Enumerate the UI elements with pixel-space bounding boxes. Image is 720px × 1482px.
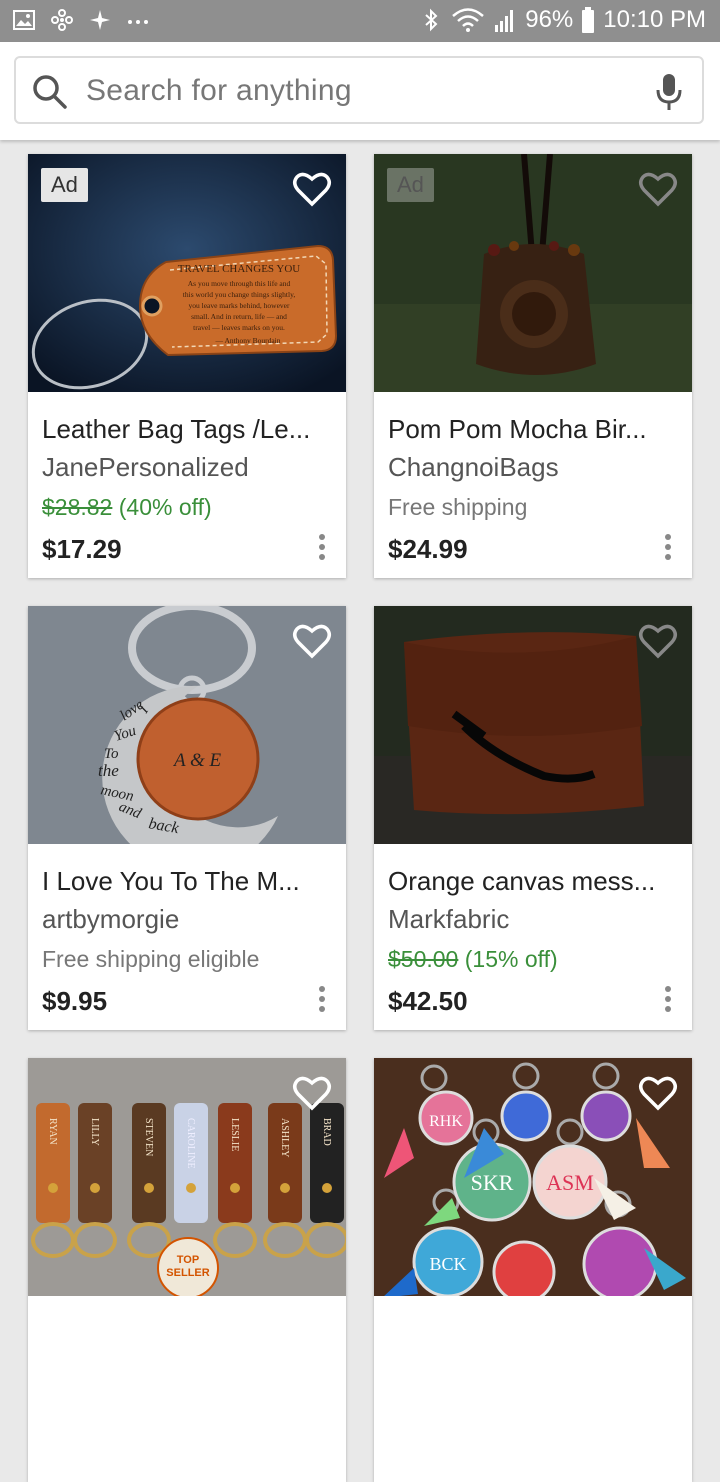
more-options-icon[interactable] <box>664 534 672 562</box>
listing-card[interactable]: SKR ASM RHK BCK <box>374 1058 692 1482</box>
clock: 10:10 PM <box>603 6 706 33</box>
image-text: TOP <box>177 1254 199 1266</box>
listing-card[interactable]: I love You To the moon and back A & E I … <box>28 606 346 1030</box>
search-placeholder: Search for anything <box>86 74 352 107</box>
heart-icon[interactable] <box>638 170 678 208</box>
search-icon <box>33 75 67 109</box>
status-bar: 96% 10:10 PM <box>0 0 720 42</box>
microphone-icon[interactable] <box>654 72 684 112</box>
heart-icon[interactable] <box>638 622 678 660</box>
listing-price: $42.50 <box>388 986 468 1016</box>
image-text: To <box>104 746 119 762</box>
more-icon <box>128 20 148 24</box>
ad-badge: Ad <box>387 168 434 202</box>
more-options-icon[interactable] <box>664 986 672 1014</box>
listing-image[interactable]: SKR ASM RHK BCK <box>374 1058 692 1296</box>
gallery-icon <box>13 10 35 30</box>
listing-card[interactable]: RYAN LILLY STEVEN CAROLINE LESLIE ASHLEY… <box>28 1058 346 1482</box>
image-text: CAROLINE <box>185 1118 196 1169</box>
image-text: ASHLEY <box>279 1118 290 1157</box>
listing-card[interactable]: TRAVEL CHANGES YOU As you move through t… <box>28 154 346 578</box>
image-text: As you move through this life and <box>188 279 291 288</box>
listing-price: $9.95 <box>42 986 108 1016</box>
signal-icon <box>495 10 514 32</box>
shop-name: ChangnoiBags <box>388 452 559 482</box>
discount-percent: (40% off) <box>118 494 212 520</box>
search-input[interactable]: Search for anything <box>14 56 704 124</box>
heart-icon[interactable] <box>292 1074 332 1112</box>
listing-image[interactable]: I love You To the moon and back A & E <box>28 606 346 844</box>
image-text: the <box>98 761 119 780</box>
ad-badge: Ad <box>41 168 88 202</box>
listing-image[interactable]: TRAVEL CHANGES YOU As you move through t… <box>28 154 346 392</box>
image-text: you leave marks behind, however <box>188 301 290 310</box>
shipping-info: Free shipping <box>388 494 528 520</box>
listing-image[interactable]: Ad <box>374 154 692 392</box>
image-text: RHK <box>429 1113 463 1130</box>
shop-name: Markfabric <box>388 904 510 934</box>
discount-line: $50.00 (15% off) <box>388 946 558 973</box>
heart-icon[interactable] <box>292 170 332 208</box>
listing-image[interactable] <box>374 606 692 844</box>
listing-title[interactable]: Orange canvas mess... <box>388 866 655 897</box>
plus-icon <box>90 10 110 30</box>
image-text: BCK <box>429 1254 466 1274</box>
wifi-icon <box>452 8 485 32</box>
image-text: BRAD <box>321 1118 332 1146</box>
image-text: LILLY <box>89 1118 100 1146</box>
discount-line: $28.82 (40% off) <box>42 494 212 521</box>
pinwheel-icon <box>51 9 73 31</box>
listing-card[interactable]: Ad Pom Pom Mocha Bir... ChangnoiBags Fre… <box>374 154 692 578</box>
image-text: SKR <box>471 1170 514 1195</box>
listing-price: $24.99 <box>388 534 468 564</box>
listing-card[interactable]: Orange canvas mess... Markfabric $50.00 … <box>374 606 692 1030</box>
discount-percent: (15% off) <box>464 946 558 972</box>
battery-percent: 96% <box>525 6 574 33</box>
more-options-icon[interactable] <box>318 986 326 1014</box>
shop-name: artbymorgie <box>42 904 180 934</box>
image-text: — Anthony Bourdain <box>215 336 281 345</box>
more-options-icon[interactable] <box>318 534 326 562</box>
image-text: RYAN <box>47 1118 58 1145</box>
image-text: travel — leaves marks on you. <box>193 323 285 332</box>
image-text: TRAVEL CHANGES YOU <box>178 263 300 275</box>
heart-icon[interactable] <box>638 1074 678 1112</box>
listing-title[interactable]: I Love You To The M... <box>42 866 300 897</box>
shipping-info: Free shipping eligible <box>42 946 260 972</box>
original-price: $28.82 <box>42 494 113 520</box>
shop-name: JanePersonalized <box>42 452 249 482</box>
image-text: STEVEN <box>143 1118 154 1156</box>
battery-icon <box>582 7 595 33</box>
heart-icon[interactable] <box>292 622 332 660</box>
listing-title[interactable]: Pom Pom Mocha Bir... <box>388 414 647 445</box>
image-text: small. And in return, life — and <box>191 312 287 321</box>
original-price: $50.00 <box>388 946 459 972</box>
listing-title[interactable]: Leather Bag Tags /Le... <box>42 414 310 445</box>
image-text: ASM <box>546 1170 594 1195</box>
image-text: SELLER <box>166 1267 209 1279</box>
image-text: A & E <box>172 750 222 771</box>
listing-price: $17.29 <box>42 534 122 564</box>
search-header: Search for anything <box>0 42 720 140</box>
listing-image[interactable]: RYAN LILLY STEVEN CAROLINE LESLIE ASHLEY… <box>28 1058 346 1296</box>
image-text: this world you change things slightly, <box>183 290 296 299</box>
image-text: LESLIE <box>229 1118 240 1151</box>
bluetooth-icon <box>425 8 438 32</box>
